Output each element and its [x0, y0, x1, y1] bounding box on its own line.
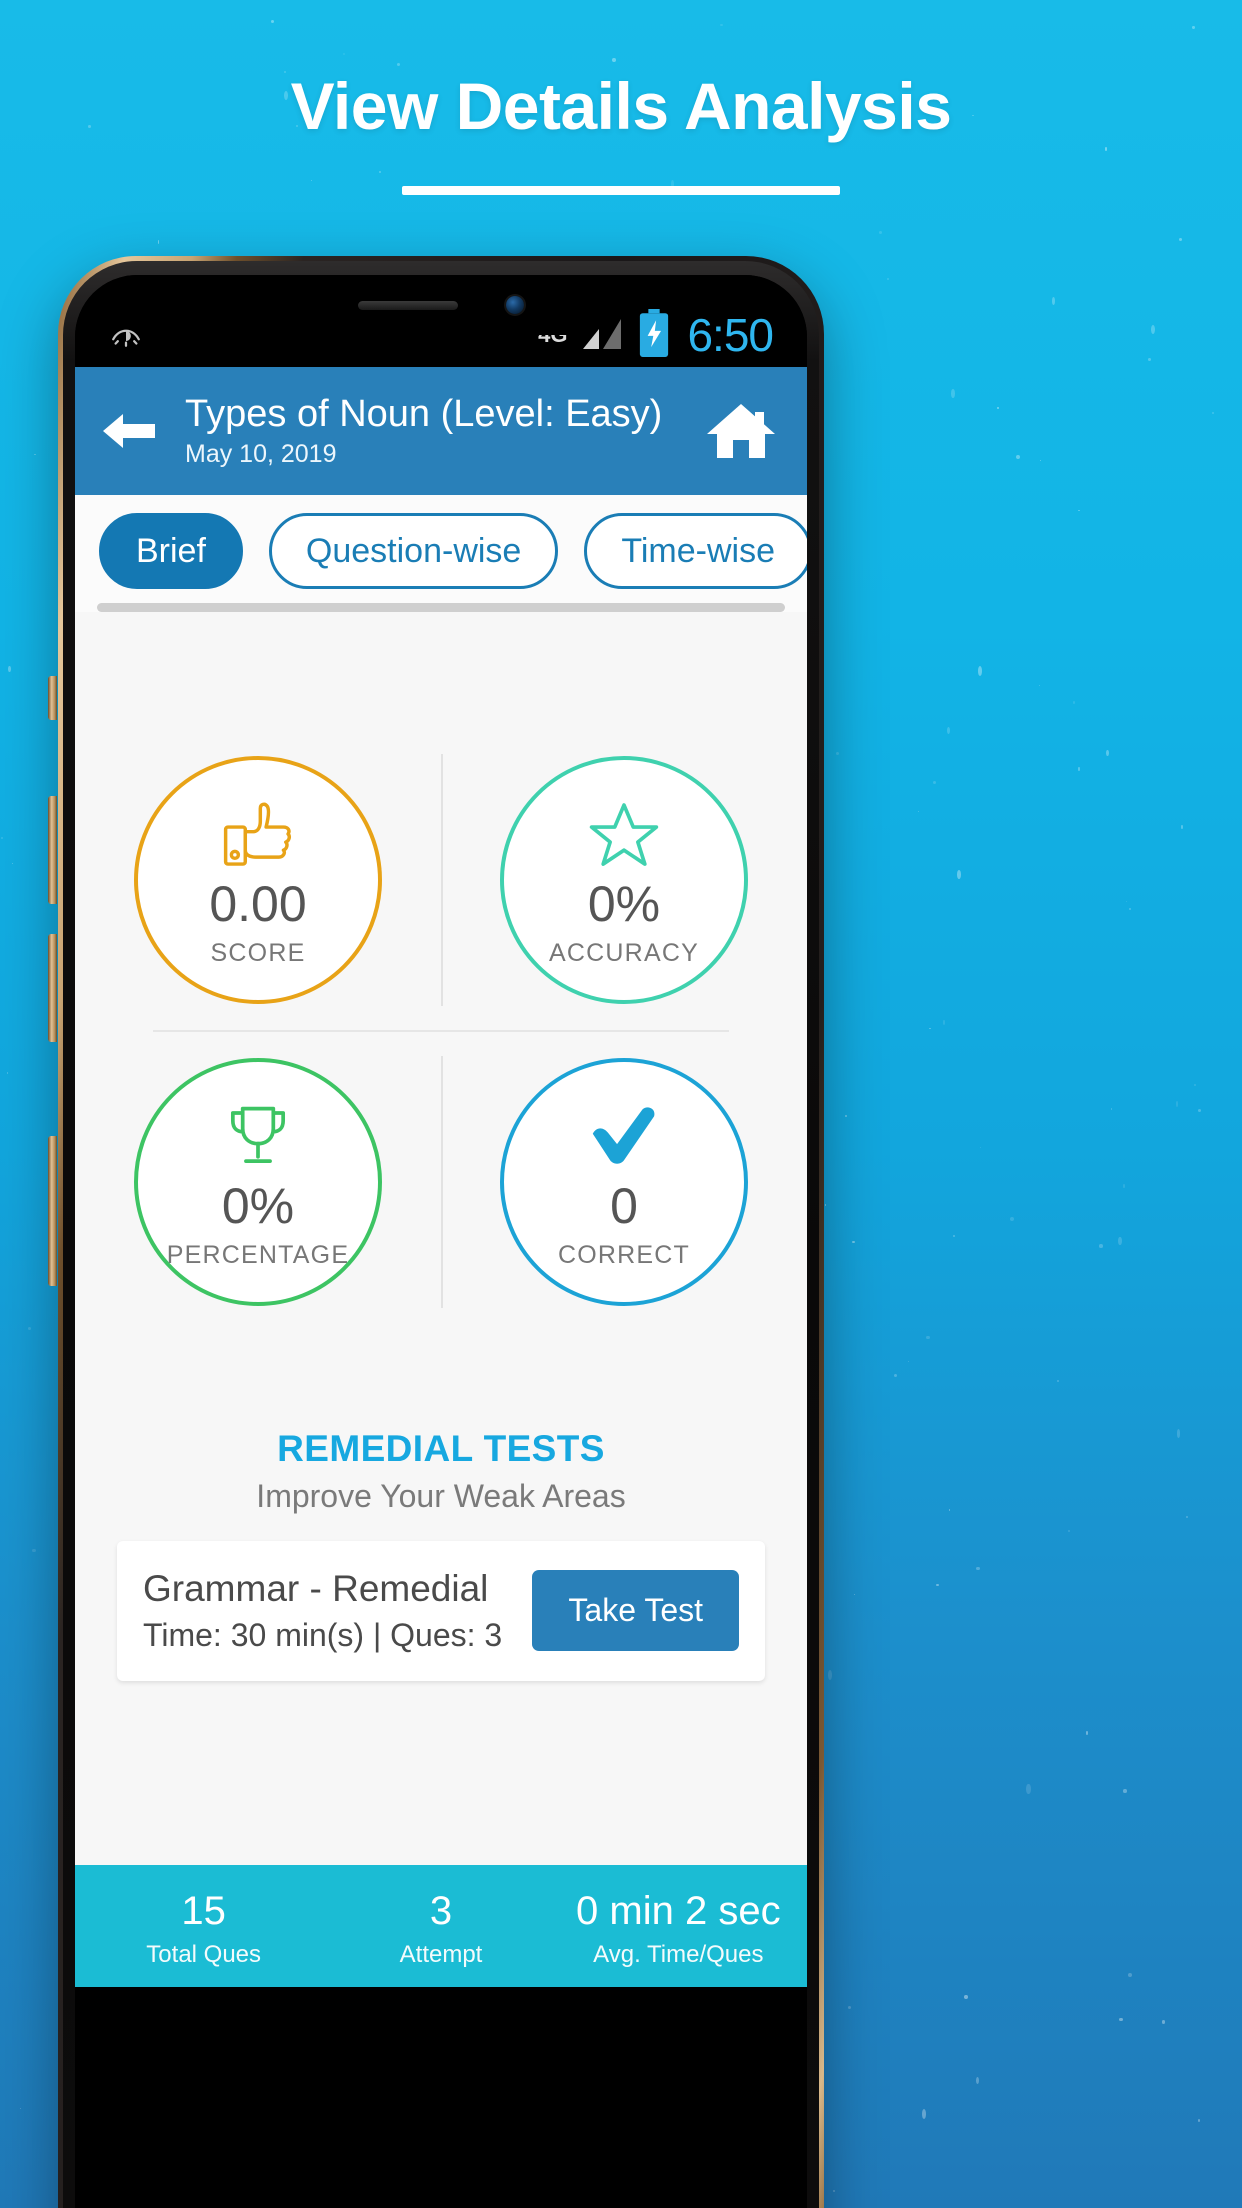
back-arrow-icon[interactable] — [101, 410, 157, 452]
remedial-subtitle: Improve Your Weak Areas — [256, 1478, 626, 1514]
score-value: 0.00 — [209, 875, 307, 932]
take-test-button[interactable]: Take Test — [532, 1570, 739, 1652]
summary-attempt-label: Attempt — [399, 1941, 483, 1968]
accuracy-label: ACCURACY — [549, 938, 699, 967]
trophy-icon — [223, 1097, 293, 1175]
brief-analysis-content: 0.00 SCORE 0% ACCURACY 0% PERCENTAGE 0 C… — [75, 612, 807, 1987]
stats-row-bottom: 0% PERCENTAGE 0 CORRECT — [75, 1032, 807, 1332]
front-camera — [506, 296, 524, 314]
summary-avg-time-value: 0 min 2 sec — [576, 1889, 781, 1933]
summary-total-ques: 15 Total Ques — [85, 1891, 322, 1967]
eye-care-icon — [109, 318, 143, 352]
tab-scroll-indicator[interactable] — [97, 603, 785, 612]
accuracy-value: 0% — [587, 875, 661, 932]
remedial-title: REMEDIAL TESTS — [277, 1428, 605, 1469]
correct-value: 0 — [610, 1177, 638, 1234]
summary-bar: 15 Total Ques 3 Attempt 0 min 2 sec Avg.… — [75, 1865, 807, 1987]
phone-mockup: 4G — [48, 256, 824, 2208]
remedial-tests-section: REMEDIAL TESTS Improve Your Weak Areas G… — [75, 1428, 807, 1681]
page-title: Types of Noun (Level: Easy) — [185, 393, 663, 436]
tab-list: Brief Question-wise Time-wise Compare — [75, 513, 807, 589]
remedial-card-info: Grammar - Remedial Time: 30 min(s) | Que… — [143, 1568, 532, 1653]
battery-charging-icon — [637, 308, 671, 362]
stats-row-top: 0.00 SCORE 0% ACCURACY — [75, 730, 807, 1030]
star-icon — [587, 795, 661, 873]
stat-correct: 0 CORRECT — [441, 1032, 807, 1332]
percentage-circle: 0% PERCENTAGE — [134, 1058, 382, 1306]
percentage-label: PERCENTAGE — [166, 1240, 350, 1269]
summary-avg-time-label: Avg. Time/Ques — [593, 1941, 764, 1968]
earpiece-speaker — [358, 300, 458, 310]
tab-brief[interactable]: Brief — [99, 513, 243, 589]
phone-screen: 4G — [75, 275, 807, 2208]
tab-question-wise[interactable]: Question-wise — [268, 513, 559, 589]
score-label: SCORE — [210, 938, 306, 967]
stat-accuracy: 0% ACCURACY — [441, 730, 807, 1030]
remedial-test-meta: Time: 30 min(s) | Ques: 3 — [143, 1616, 503, 1653]
stats-vertical-divider — [441, 754, 443, 1006]
app-header-text: Types of Noun (Level: Easy) May 10, 2019 — [185, 393, 705, 468]
phone-bezel: 4G — [63, 261, 819, 2208]
home-icon[interactable] — [705, 400, 777, 462]
summary-total-ques-value: 15 — [181, 1889, 226, 1933]
remedial-test-card[interactable]: Grammar - Remedial Time: 30 min(s) | Que… — [117, 1541, 765, 1681]
accuracy-circle: 0% ACCURACY — [500, 756, 748, 1004]
power-button[interactable] — [48, 1136, 57, 1286]
summary-avg-time: 0 min 2 sec Avg. Time/Ques — [560, 1891, 797, 1967]
check-icon — [587, 1097, 661, 1175]
app-header-bar: Types of Noun (Level: Easy) May 10, 2019 — [75, 367, 807, 495]
stats-vertical-divider-2 — [441, 1056, 443, 1308]
volume-up-button[interactable] — [48, 796, 57, 904]
correct-circle: 0 CORRECT — [500, 1058, 748, 1306]
thumbs-up-icon — [221, 795, 295, 873]
stats-grid: 0.00 SCORE 0% ACCURACY 0% PERCENTAGE 0 C… — [75, 612, 807, 1332]
percentage-value: 0% — [221, 1177, 295, 1234]
headline-underline — [402, 186, 840, 195]
analysis-tabstrip[interactable]: Brief Question-wise Time-wise Compare — [75, 495, 807, 612]
mute-switch[interactable] — [48, 676, 57, 720]
tab-time-wise[interactable]: Time-wise — [584, 513, 807, 589]
page-date: May 10, 2019 — [185, 439, 337, 468]
remedial-test-name: Grammar - Remedial — [143, 1568, 489, 1609]
stat-score: 0.00 SCORE — [75, 730, 441, 1030]
promo-headline: View Details Analysis — [290, 69, 952, 143]
stat-percentage: 0% PERCENTAGE — [75, 1032, 441, 1332]
score-circle: 0.00 SCORE — [134, 756, 382, 1004]
correct-label: CORRECT — [557, 1240, 690, 1269]
phone-notch — [276, 275, 606, 335]
promo-background: View Details Analysis 6:50 Types of Noun… — [0, 0, 1242, 2208]
status-clock: 6:50 — [687, 309, 774, 361]
volume-down-button[interactable] — [48, 934, 57, 1042]
summary-attempt-value: 3 — [429, 1889, 453, 1933]
summary-total-ques-label: Total Ques — [146, 1941, 262, 1968]
summary-attempt: 3 Attempt — [322, 1891, 559, 1967]
